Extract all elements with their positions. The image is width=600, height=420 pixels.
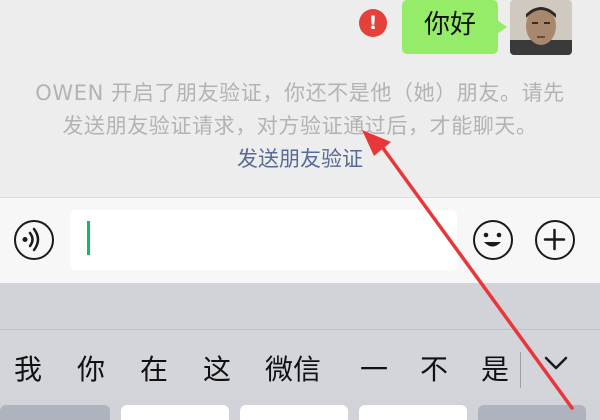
emoji-button[interactable] [473, 220, 513, 260]
candidate-word[interactable]: 这 [203, 348, 231, 388]
text-cursor [87, 221, 90, 255]
chevron-down-icon[interactable] [541, 348, 571, 378]
candidate-word[interactable]: 一 [360, 348, 388, 388]
keyboard-key[interactable] [359, 405, 467, 420]
keyboard-key[interactable] [121, 405, 229, 420]
message-bubble[interactable]: 你好 [402, 0, 507, 54]
plus-button[interactable] [535, 220, 575, 260]
candidate-word[interactable]: 是 [481, 348, 509, 388]
candidate-word[interactable]: 不 [420, 348, 448, 388]
plus-icon [543, 228, 566, 251]
candidate-word[interactable]: 微信 [265, 348, 321, 388]
message-input[interactable] [70, 210, 457, 270]
emoji-icon [483, 232, 502, 247]
avatar[interactable] [510, 0, 572, 55]
candidate-word[interactable]: 我 [14, 348, 42, 388]
friend-verification-notice: OWEN 开启了朋友验证，你还不是他（她）朋友。请先发送朋友验证请求，对方验证通… [35, 81, 565, 138]
keyboard-key[interactable] [478, 405, 586, 420]
candidate-divider [520, 352, 521, 388]
keyboard-key[interactable] [0, 405, 110, 420]
voice-icon [22, 227, 40, 252]
send-friend-request-link[interactable]: 发送朋友验证 [0, 143, 600, 173]
chat-area: ! 你好 OWEN 开启了朋友验证，你还不是他（她）朋友。请先发送朋友验证请求，… [0, 0, 600, 197]
input-bar [0, 197, 600, 283]
candidate-word[interactable]: 在 [140, 348, 168, 388]
avatar-image [510, 0, 572, 55]
keyboard-key[interactable] [240, 405, 348, 420]
candidate-word[interactable]: 你 [77, 348, 105, 388]
voice-button[interactable] [14, 220, 54, 260]
error-icon[interactable]: ! [359, 9, 387, 37]
